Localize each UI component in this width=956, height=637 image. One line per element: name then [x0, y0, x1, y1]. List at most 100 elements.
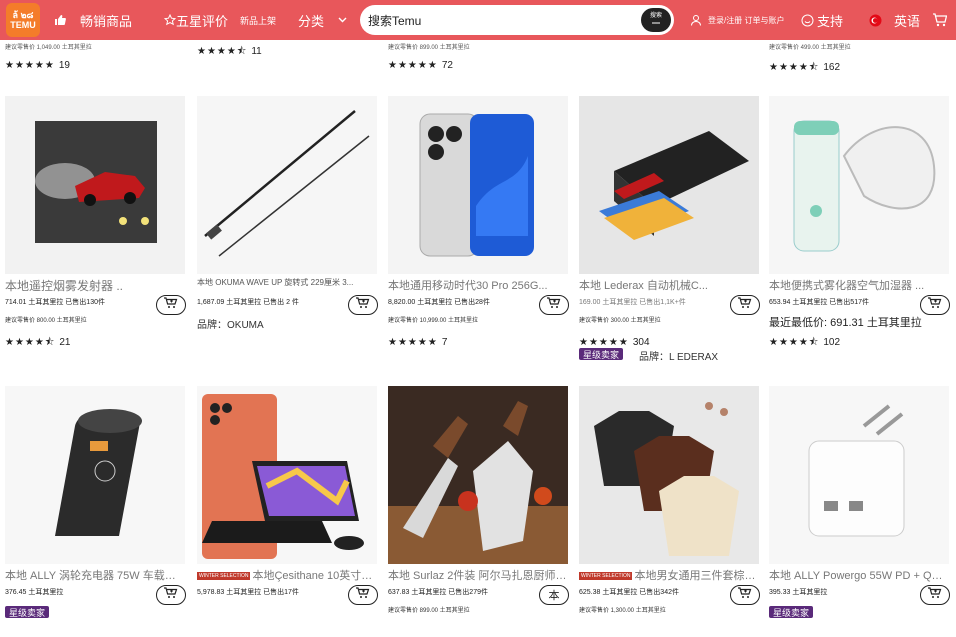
search-button[interactable]: 搜索: [641, 8, 671, 32]
language-label: 英语: [894, 13, 921, 29]
rating-count: 162: [823, 62, 841, 73]
cart-plus-icon: [163, 296, 179, 314]
product-card[interactable]: WINTER SELECTION 本地男女通用三件套棕色/... 625.38 土…: [579, 386, 760, 637]
product-image[interactable]: [579, 386, 759, 564]
account-nav[interactable]: 登录/注册 订单与账户: [690, 0, 784, 40]
smile-icon: [801, 14, 814, 27]
cart-plus-icon: [737, 296, 753, 314]
product-title-text: 本地男女通用三件套棕色/...: [634, 570, 759, 582]
product-title[interactable]: 本地 OKUMA WAVE UP 旋转式 229厘米 3...: [197, 277, 377, 288]
support-label: 支持: [817, 13, 844, 29]
add-to-cart-button[interactable]: [920, 585, 950, 605]
cart-icon: [932, 13, 947, 27]
star-rating: ★★★★⯪ 11: [197, 46, 262, 57]
add-to-cart-button[interactable]: [348, 295, 378, 315]
search-button-label: 搜索: [649, 13, 662, 19]
product-title[interactable]: 本地遥控烟雾发射器 ..: [5, 277, 185, 294]
product-image[interactable]: [197, 386, 377, 564]
star-rating: ★★★★★ 7: [388, 337, 448, 348]
product-title[interactable]: 本地 Lederax 自动机械C...: [579, 277, 759, 293]
search-bar[interactable]: 搜索: [360, 5, 674, 35]
product-title[interactable]: 本地 Surlaz 2件装 阿尔马扎恩厨师刀 ...: [388, 567, 568, 583]
categories-nav[interactable]: 分类: [298, 0, 347, 40]
product-rec-price: 建议零售价 899.00 土耳其里拉: [388, 608, 470, 614]
star-rating: ★★★★⯪ 21: [5, 337, 71, 348]
product-price: 714.01 土耳其里拉 已售出130件: [5, 299, 105, 306]
star-rating: ★★★★★ 19: [5, 60, 70, 71]
product-rec-price: 建议零售价 1,300.00 土耳其里拉: [579, 608, 666, 614]
product-price: 376.45 土耳其里拉: [5, 589, 64, 596]
product-title[interactable]: WINTER SELECTION 本地男女通用三件套棕色/...: [579, 567, 759, 583]
product-price: 169.00 土耳其里拉 已售出1,1K+件: [579, 299, 686, 306]
product-card[interactable]: 本地便携式雾化器空气加湿器 ... 653.94 土耳其里拉 已售出517件 最…: [769, 96, 950, 350]
rating-count: 21: [59, 337, 71, 348]
product-card[interactable]: 本地通用移动时代30 Pro 256G... 8,820.00 土耳其里拉 已售…: [388, 96, 569, 350]
add-to-cart-button[interactable]: [730, 295, 760, 315]
rating-count: 7: [441, 337, 448, 348]
thumbs-up-icon: [54, 14, 66, 26]
product-card[interactable]: 本地 Lederax 自动机械C... 169.00 土耳其里拉 已售出1,1K…: [579, 96, 760, 364]
product-rec-price: 建议零售价 10,999.00 土耳其里拉: [388, 318, 479, 324]
product-brand: 品牌：L EDERAX: [639, 352, 719, 363]
product-title[interactable]: WINTER SELECTION本地Çesithane 10英寸Andr....: [197, 567, 377, 583]
product-card[interactable]: 本地 Surlaz 2件装 阿尔马扎恩厨师刀 ... 637.83 土耳其里拉 …: [388, 386, 569, 637]
add-to-cart-button[interactable]: [920, 295, 950, 315]
product-card[interactable]: 本地 ALLY 涡轮充电器 75W 车载充电... 376.45 土耳其里拉 星…: [5, 386, 186, 637]
star-seller-badge: 星级卖家: [769, 606, 814, 618]
search-input[interactable]: [366, 11, 630, 31]
new-arrivals-nav[interactable]: 新品上架: [240, 0, 276, 40]
winter-selection-tag: WINTER SELECTION: [579, 572, 633, 581]
new-arrivals-label: 新品上架: [240, 15, 277, 26]
product-price: 5,978.83 土耳其里拉 已售出17件: [197, 589, 299, 596]
star-rating: ★★★★★ 72: [388, 60, 453, 71]
product-image[interactable]: [388, 386, 568, 564]
bestsellers-nav[interactable]: 畅销商品: [54, 0, 132, 40]
rating-count: 11: [251, 46, 262, 57]
product-image[interactable]: [5, 386, 185, 564]
rating-count: 72: [441, 60, 453, 71]
product-price: 8,820.00 土耳其里拉 已售出28件: [388, 299, 490, 306]
product-title-text: 本地Çesithane 10英寸Andr....: [252, 570, 377, 582]
product-title[interactable]: 本地便携式雾化器空气加湿器 ...: [769, 277, 949, 293]
support-nav[interactable]: 支持: [801, 0, 843, 40]
product-card[interactable]: WINTER SELECTION本地Çesithane 10英寸Andr....…: [197, 386, 378, 637]
star-seller-badge: 星级卖家: [5, 606, 50, 618]
product-title[interactable]: 本地 ALLY 涡轮充电器 75W 车载充电...: [5, 567, 185, 583]
product-brand: 品牌：OKUMA: [197, 320, 264, 331]
five-star-label: 五星评价: [176, 13, 229, 29]
cart-plus-icon: [163, 586, 179, 604]
product-title[interactable]: 本地通用移动时代30 Pro 256G...: [388, 277, 568, 293]
product-image[interactable]: [197, 96, 377, 274]
star-seller-badge: 星级卖家: [579, 348, 624, 360]
product-image[interactable]: [769, 96, 949, 274]
product-image[interactable]: [388, 96, 568, 274]
add-to-cart-button[interactable]: [156, 295, 186, 315]
turkey-flag-icon: [869, 14, 882, 27]
add-to-cart-button[interactable]: 本: [539, 585, 569, 605]
add-to-cart-button[interactable]: [348, 585, 378, 605]
product-image[interactable]: [579, 96, 759, 274]
cart-plus-icon: [927, 586, 943, 604]
language-nav[interactable]: 英语: [869, 0, 920, 40]
product-price: 625.38 土耳其里拉 已售出342件: [579, 589, 679, 596]
add-to-cart-button[interactable]: [730, 585, 760, 605]
product-image[interactable]: [5, 96, 185, 274]
add-to-cart-button[interactable]: [539, 295, 569, 315]
product-image[interactable]: [769, 386, 949, 564]
add-to-cart-button[interactable]: [156, 585, 186, 605]
temu-logo[interactable]: ล้ ๒๘ TEMU: [6, 3, 40, 37]
five-star-nav[interactable]: 五星评价: [164, 0, 228, 40]
star-rating: ★★★★⯪ 102: [769, 337, 841, 348]
bestsellers-label: 畅销商品: [80, 13, 133, 29]
user-icon: [690, 14, 702, 26]
product-card[interactable]: 本地 ALLY Powergo 55W PD + QC 4.0 ... 395.…: [769, 386, 950, 637]
product-rec-price: 建议零售价 800.00 土耳其里拉: [5, 318, 87, 324]
product-title[interactable]: 本地 ALLY Powergo 55W PD + QC 4.0 ...: [769, 567, 949, 583]
product-price: 395.33 土耳其里拉: [769, 589, 828, 596]
product-lowest-price: 最近最低价: 691.31 土耳其里拉: [769, 317, 922, 329]
star-rating: ★★★★⯪ 162: [769, 62, 841, 73]
cart-nav[interactable]: [932, 0, 947, 40]
product-card[interactable]: 本地遥控烟雾发射器 .. 714.01 土耳其里拉 已售出130件 建议零售价 …: [5, 96, 186, 350]
product-card[interactable]: 本地 OKUMA WAVE UP 旋转式 229厘米 3... 1,687.09…: [197, 96, 378, 350]
account-label: 登录/注册 订单与账户: [708, 15, 785, 25]
